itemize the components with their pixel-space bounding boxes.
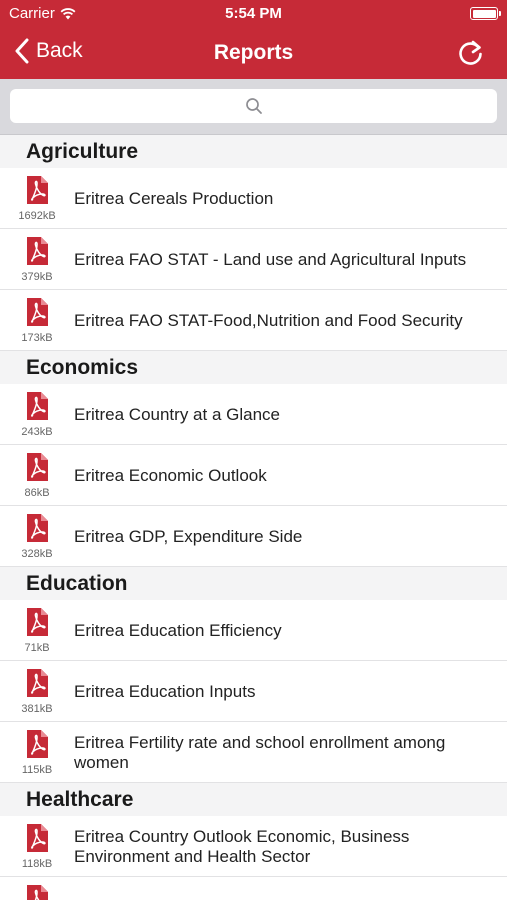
file-size: 328kB — [21, 548, 53, 560]
pdf-file-icon — [26, 823, 49, 853]
search-field[interactable] — [10, 89, 497, 123]
pdf-file-icon — [26, 607, 49, 637]
report-title: Eritrea Economic Outlook — [74, 465, 267, 485]
report-title: Eritrea Country Outlook Economic, Busine… — [74, 826, 410, 866]
report-title: Eritrea FAO STAT-Food,Nutrition and Food… — [74, 310, 463, 330]
search-bar — [0, 79, 507, 135]
pdf-file-icon — [26, 297, 49, 327]
report-row[interactable]: 379kB Eritrea FAO STAT - Land use and Agr… — [0, 229, 507, 290]
report-row[interactable]: 71kB Eritrea Education Efficiency — [0, 600, 507, 661]
report-row[interactable]: 118kB Eritrea Country Outlook Economic, B… — [0, 816, 507, 877]
pdf-file-icon — [26, 236, 49, 266]
file-size: 86kB — [24, 487, 50, 499]
report-list: Agriculture 1692kB Eritrea Cereals Product… — [0, 135, 507, 900]
report-title: Eritrea GDP, Expenditure Side — [74, 526, 303, 546]
file-size: 1692kB — [18, 210, 56, 222]
file-size: 118kB — [21, 858, 53, 870]
report-row[interactable]: 1692kB Eritrea Cereals Production — [0, 168, 507, 229]
file-size: 381kB — [21, 703, 53, 715]
back-label: Back — [36, 39, 83, 62]
pdf-file-icon — [26, 668, 49, 698]
navigation-bar: Back Reports — [0, 28, 507, 79]
report-title: Eritrea Cereals Production — [74, 188, 274, 208]
file-size: 243kB — [21, 426, 53, 438]
app-header: Carrier 5:54 PM Back Reports — [0, 0, 507, 79]
report-title: Eritrea Fertility rate and school enroll… — [74, 732, 446, 772]
pdf-file-icon — [26, 513, 49, 543]
refresh-icon[interactable] — [457, 39, 485, 67]
pdf-file-icon — [26, 884, 49, 900]
clock: 5:54 PM — [225, 5, 282, 22]
report-row[interactable] — [0, 877, 507, 900]
status-bar: Carrier 5:54 PM — [0, 0, 507, 28]
report-title: Eritrea Education Efficiency — [74, 620, 282, 640]
file-size: 71kB — [24, 642, 50, 654]
report-row[interactable]: 243kB Eritrea Country at a Glance — [0, 384, 507, 445]
file-size: 173kB — [21, 332, 53, 344]
report-row[interactable]: 173kB Eritrea FAO STAT-Food,Nutrition and… — [0, 290, 507, 351]
report-row[interactable]: 328kB Eritrea GDP, Expenditure Side — [0, 506, 507, 567]
section-header: Education — [0, 567, 507, 600]
report-title — [74, 877, 499, 900]
pdf-file-icon — [26, 729, 49, 759]
report-row[interactable]: 86kB Eritrea Economic Outlook — [0, 445, 507, 506]
pdf-file-icon — [26, 452, 49, 482]
pdf-file-icon — [26, 391, 49, 421]
back-button[interactable]: Back — [14, 38, 83, 64]
file-size: 379kB — [21, 271, 53, 283]
section-header: Agriculture — [0, 135, 507, 168]
battery-icon — [470, 7, 501, 20]
report-title: Eritrea FAO STAT - Land use and Agricult… — [74, 249, 467, 269]
report-title: Eritrea Education Inputs — [74, 681, 256, 701]
report-row[interactable]: 381kB Eritrea Education Inputs — [0, 661, 507, 722]
chevron-left-icon — [15, 38, 29, 64]
section-header: Healthcare — [0, 783, 507, 816]
section-header: Economics — [0, 351, 507, 384]
file-size: 115kB — [21, 764, 53, 776]
pdf-file-icon — [26, 175, 49, 205]
report-row[interactable]: 115kB Eritrea Fertility rate and school e… — [0, 722, 507, 783]
report-title: Eritrea Country at a Glance — [74, 404, 280, 424]
